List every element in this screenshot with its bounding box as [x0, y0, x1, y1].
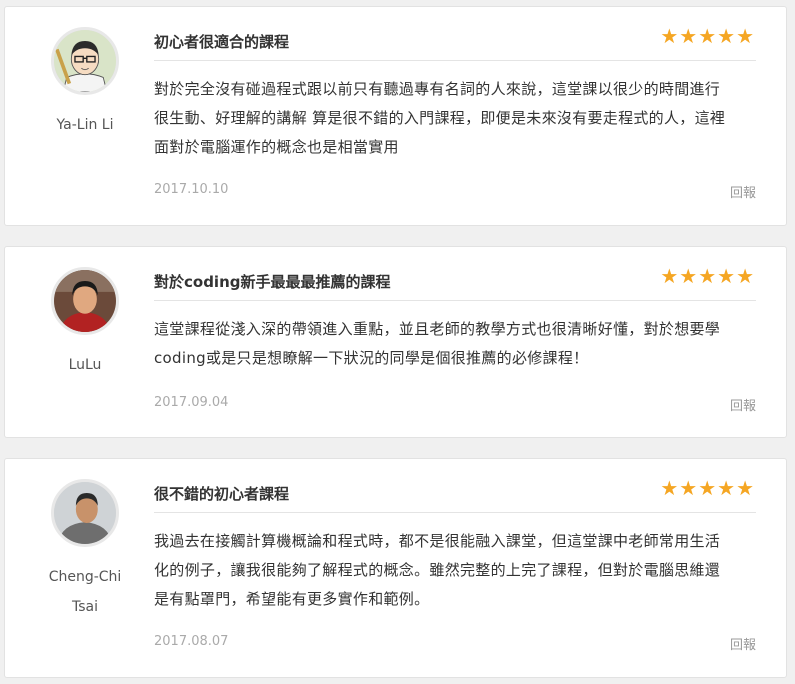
- star-icon: ★: [717, 264, 736, 288]
- review-body: 我過去在接觸計算機概論和程式時，都不是很能融入課堂，但這堂課中老師常用生活 化的…: [154, 532, 721, 608]
- review-date: 2017.08.07: [154, 634, 229, 649]
- reviewer-name: Ya-Lin Li: [56, 117, 114, 133]
- avatar: [51, 479, 119, 547]
- star-icon: ★: [717, 476, 736, 500]
- rating-stars: ★ ★ ★ ★ ★: [660, 477, 754, 499]
- avatar: [51, 267, 119, 335]
- star-icon: ★: [736, 24, 754, 48]
- star-icon: ★: [698, 264, 717, 288]
- star-icon: ★: [698, 476, 717, 500]
- star-icon: ★: [698, 24, 717, 48]
- star-icon: ★: [679, 264, 698, 288]
- star-icon: ★: [660, 24, 679, 48]
- star-icon: ★: [679, 24, 698, 48]
- divider: [154, 300, 756, 301]
- divider: [154, 512, 756, 513]
- review-date: 2017.10.10: [154, 182, 229, 197]
- reviewer-name: LuLu: [68, 357, 102, 373]
- star-icon: ★: [736, 476, 754, 500]
- review-date: 2017.09.04: [154, 395, 229, 410]
- star-icon: ★: [717, 24, 736, 48]
- report-button[interactable]: 回報: [730, 182, 756, 201]
- avatar-photo-icon: [54, 270, 116, 332]
- review-card: LuLu 對於coding新手最最最推薦的課程 ★ ★ ★ ★ ★ 這堂課程從淺入深的帶…: [4, 246, 787, 438]
- report-button[interactable]: 回報: [730, 395, 756, 414]
- star-icon: ★: [736, 264, 754, 288]
- avatar-illustration-icon: [54, 30, 116, 92]
- review-body: 這堂課程從淺入深的帶領進入重點，並且老師的教學方式也很清晰好懂，對於想要學 co…: [154, 320, 721, 367]
- reviewer-name: Cheng-Chi Tsai: [48, 569, 122, 615]
- review-title: 很不錯的初心者課程: [154, 485, 290, 503]
- avatar: [51, 27, 119, 95]
- avatar-photo-icon: [54, 482, 116, 544]
- review-card: Ya-Lin Li 初心者很適合的課程 ★ ★ ★ ★ ★ 對於完全沒有碰過程式跟以前只…: [4, 6, 787, 226]
- review-title: 初心者很適合的課程: [154, 33, 290, 51]
- review-body: 對於完全沒有碰過程式跟以前只有聽過專有名詞的人來說，這堂課以很少的時間進行 很生…: [154, 80, 726, 156]
- star-icon: ★: [660, 264, 679, 288]
- star-icon: ★: [679, 476, 698, 500]
- review-card: Cheng-Chi Tsai 很不錯的初心者課程 ★ ★ ★ ★ ★ 我過去在接觸計算機…: [4, 458, 787, 678]
- rating-stars: ★ ★ ★ ★ ★: [660, 25, 754, 47]
- review-list: Ya-Lin Li 初心者很適合的課程 ★ ★ ★ ★ ★ 對於完全沒有碰過程式跟以前只…: [0, 0, 795, 684]
- rating-stars: ★ ★ ★ ★ ★: [660, 265, 754, 287]
- divider: [154, 60, 756, 61]
- report-button[interactable]: 回報: [730, 634, 756, 653]
- star-icon: ★: [660, 476, 679, 500]
- review-title: 對於coding新手最最最推薦的課程: [154, 273, 391, 291]
